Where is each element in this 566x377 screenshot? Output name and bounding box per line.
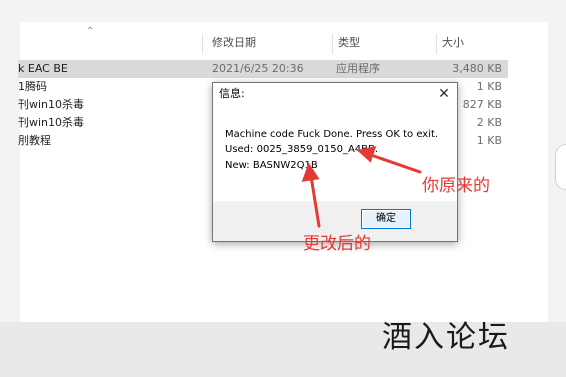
arrow-icon <box>309 174 321 228</box>
forum-watermark: 酒入论坛 <box>382 320 510 355</box>
arrow-head-icon <box>356 145 377 163</box>
annotation-original: 你原来的 <box>422 176 490 196</box>
arrow-icon <box>366 152 422 174</box>
arrow-head-icon <box>301 162 320 182</box>
annotation-changed: 更改后的 <box>303 234 371 254</box>
